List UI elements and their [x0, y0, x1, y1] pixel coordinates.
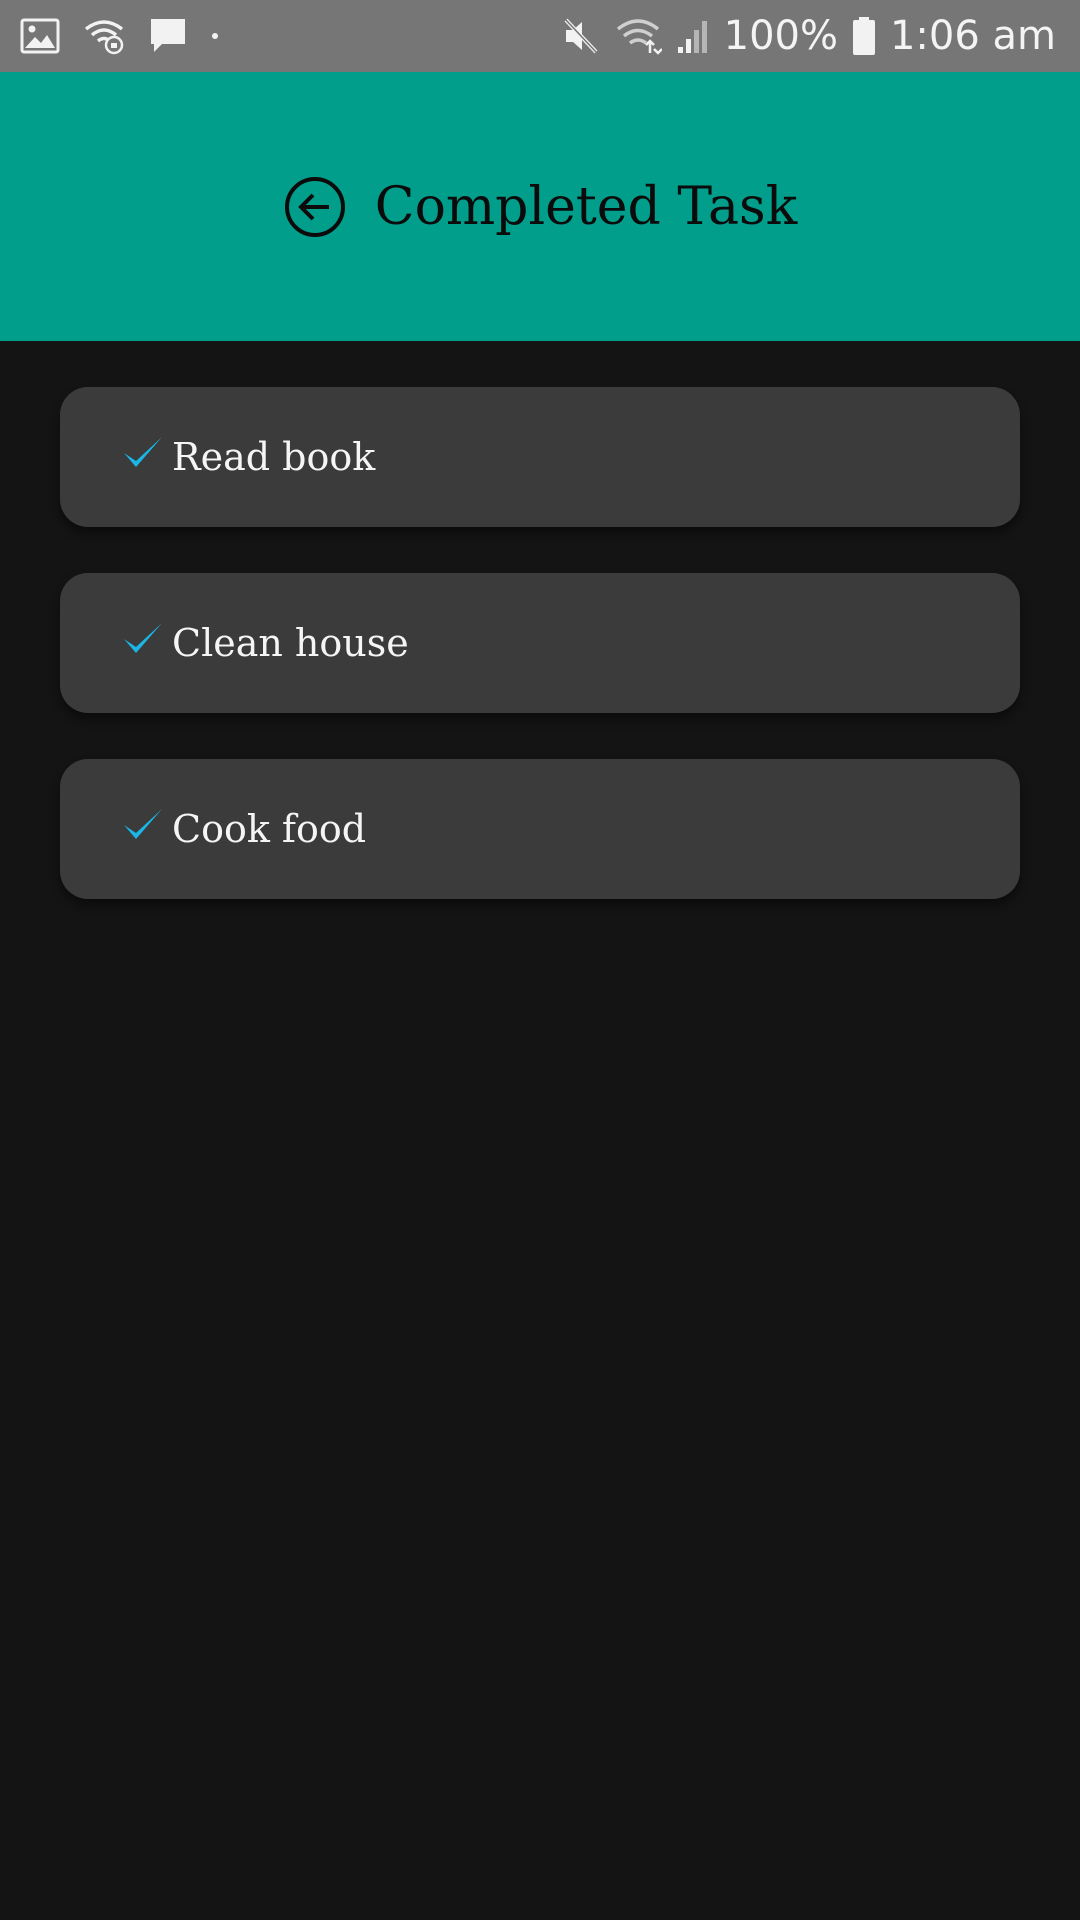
- task-label: Clean house: [172, 621, 409, 665]
- task-item[interactable]: Read book: [60, 387, 1020, 527]
- app-header: Completed Task: [0, 72, 1080, 341]
- wifi-calling-icon: [82, 17, 126, 55]
- back-button[interactable]: [283, 175, 347, 239]
- page-title: Completed Task: [374, 176, 798, 237]
- status-time: 1:06 am: [889, 13, 1056, 59]
- status-bar-right: 100% 1:06 am: [560, 0, 1056, 72]
- header-content: Completed Task: [0, 72, 1080, 341]
- image-icon: [20, 18, 60, 54]
- message-icon: [148, 16, 188, 56]
- task-list: Read book Clean house Cook food: [60, 387, 1020, 945]
- status-bar-left: [20, 0, 220, 72]
- wifi-icon: [614, 17, 662, 55]
- status-bar: 100% 1:06 am: [0, 0, 1080, 72]
- check-icon: [122, 433, 164, 473]
- back-arrow-circle-icon: [284, 176, 345, 237]
- task-item[interactable]: Clean house: [60, 573, 1020, 713]
- signal-icon: [676, 17, 710, 55]
- check-icon: [122, 619, 164, 659]
- mute-icon: [560, 16, 600, 56]
- task-label: Read book: [172, 435, 376, 479]
- battery-icon: [852, 16, 876, 56]
- task-label: Cook food: [172, 807, 367, 851]
- battery-percent: 100%: [723, 13, 838, 59]
- check-icon: [122, 805, 164, 845]
- dot-icon: [210, 31, 220, 41]
- task-item[interactable]: Cook food: [60, 759, 1020, 899]
